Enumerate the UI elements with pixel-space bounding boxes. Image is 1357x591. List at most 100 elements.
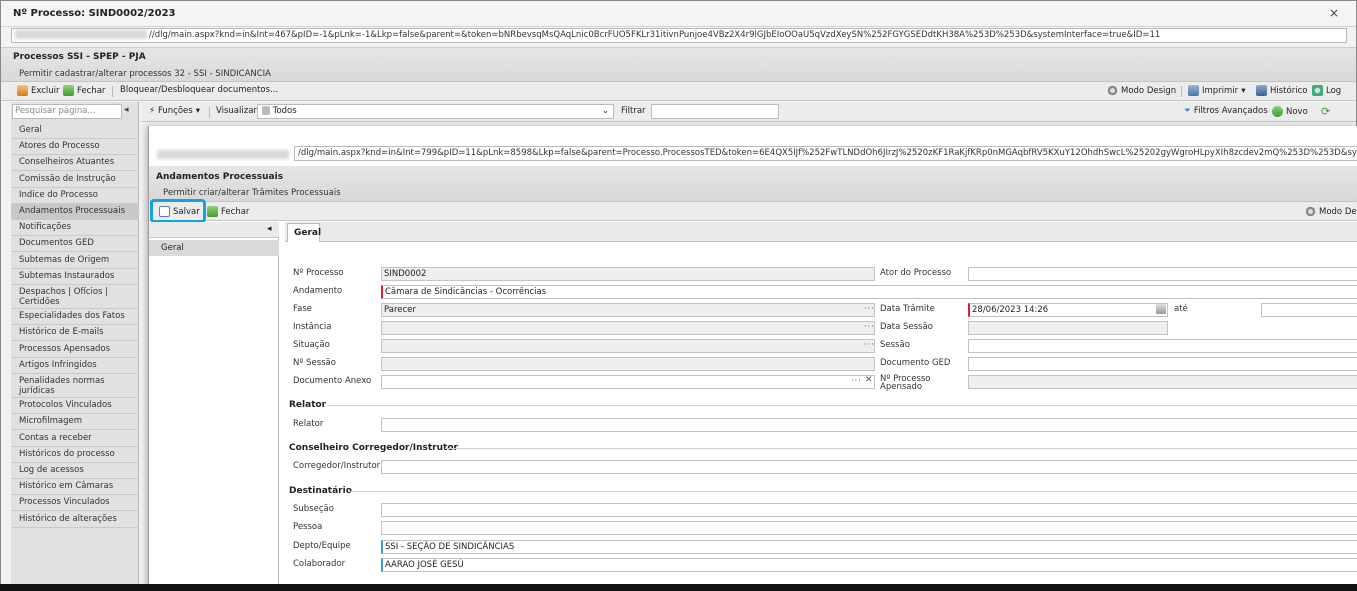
ator-processo-field[interactable] xyxy=(968,267,1357,281)
sidebar-item[interactable]: Histórico em Câmaras xyxy=(11,479,139,496)
collapse-icon[interactable]: ◂ xyxy=(267,224,272,234)
sidebar-item[interactable]: Processos Vinculados xyxy=(11,495,139,512)
pessoa-field[interactable] xyxy=(381,521,1357,535)
ellipsis-icon[interactable]: ··· xyxy=(851,376,862,385)
left-pane-item-geral[interactable]: Geral xyxy=(149,240,279,256)
ellipsis-icon[interactable]: ··· xyxy=(864,340,875,349)
colaborador-label: Colaborador xyxy=(293,559,346,569)
fase-field[interactable]: Parecer xyxy=(381,303,875,317)
inner-fechar-button[interactable]: Fechar xyxy=(207,206,249,217)
clear-icon[interactable]: ✕ xyxy=(865,375,873,385)
filtros-avancados-button[interactable]: ⏷ Filtros Avançados xyxy=(1184,106,1268,116)
colaborador-field[interactable]: AARAO JOSÉ GESÚ xyxy=(381,558,1357,572)
excluir-button[interactable]: Excluir xyxy=(17,85,60,96)
data-tramite-field[interactable]: 28/06/2023 14:26 xyxy=(968,303,1168,317)
sidebar-item[interactable]: Comissão de Instrução xyxy=(11,172,139,188)
documento-ged-field[interactable] xyxy=(968,357,1357,371)
inner-header: Andamentos Processuais Permitir criar/al… xyxy=(149,166,1357,202)
save-highlight xyxy=(150,199,206,223)
sidebar-item[interactable]: Andamentos Processuais xyxy=(11,204,139,220)
calendar-icon[interactable] xyxy=(1156,304,1166,314)
sidebar-item[interactable]: Microfilmagem xyxy=(11,414,139,431)
subsecao-field[interactable] xyxy=(381,503,1357,517)
n-processo-label: Nº Processo xyxy=(293,268,344,278)
sessao-field[interactable] xyxy=(968,339,1357,353)
bloquear-button[interactable]: Bloquear/Desbloquear documentos... xyxy=(120,85,278,95)
tab-strip: Geral xyxy=(285,222,1357,242)
n-sessao-field[interactable] xyxy=(381,357,875,371)
documento-ged-label: Documento GED xyxy=(880,358,951,368)
collapse-icon[interactable]: ◂ xyxy=(124,105,129,115)
sidebar-item[interactable]: Despachos | Ofícios | Certidões xyxy=(11,285,139,309)
data-sessao-field[interactable] xyxy=(968,321,1168,335)
visualizar-label: Visualizar xyxy=(216,106,257,116)
toolbar-separator xyxy=(209,107,210,118)
sidebar-item[interactable]: Protocolos Vinculados xyxy=(11,398,139,415)
corregedor-field[interactable] xyxy=(381,460,1357,474)
novo-button[interactable]: Novo xyxy=(1272,106,1308,117)
imprimir-button[interactable]: Imprimir ▾ xyxy=(1188,85,1245,96)
depto-field[interactable]: SSI - SEÇÃO DE SINDICÂNCIAS xyxy=(381,540,1357,554)
pessoa-label: Pessoa xyxy=(293,522,323,532)
sidebar-item[interactable]: Histórico de E-mails xyxy=(11,325,139,342)
toolbar-separator xyxy=(112,86,113,97)
sidebar-item[interactable]: Notificações xyxy=(11,220,139,237)
sidebar-item[interactable]: Conselheiros Atuantes xyxy=(11,155,139,172)
sidebar-item[interactable]: Documentos GED xyxy=(11,236,139,253)
outer-close-icon[interactable]: × xyxy=(1329,6,1339,20)
documento-anexo-label: Documento Anexo xyxy=(293,376,372,386)
sidebar-item[interactable]: Penalidades normas jurídicas xyxy=(11,374,139,398)
modo-design-button[interactable]: Modo Design xyxy=(1107,85,1176,96)
funcoes-menu[interactable]: ⚡ Funções ▾ xyxy=(149,106,200,116)
n-sessao-label: Nº Sessão xyxy=(293,358,336,368)
filtros-avancados-label: Filtros Avançados xyxy=(1193,106,1268,116)
ellipsis-icon[interactable]: ··· xyxy=(864,322,875,331)
outer-sidebar: Pesquisar página... ◂ Geral Atores do Pro… xyxy=(11,102,139,590)
ate-field[interactable] xyxy=(1261,303,1357,317)
andamento-field[interactable]: Câmara de Sindicâncias - Ocorrências xyxy=(381,285,1357,299)
instancia-field[interactable] xyxy=(381,321,875,335)
sidebar-item[interactable]: Especialidades dos Fatos xyxy=(11,309,139,326)
left-pane-header: ◂ xyxy=(149,222,279,238)
inner-url-bar[interactable]: /dlg/main.aspx?knd=in&Int=799&pID=11&pLn… xyxy=(294,146,1357,161)
excluir-label: Excluir xyxy=(31,85,60,96)
sidebar-item[interactable]: Contas a receber xyxy=(11,431,139,447)
fechar-button[interactable]: Fechar xyxy=(63,85,105,96)
relator-field[interactable] xyxy=(381,418,1357,432)
ellipsis-icon[interactable]: ··· xyxy=(864,304,875,313)
outer-window-title: Nº Processo: SIND0002/2023 xyxy=(13,8,176,19)
inner-modo-design-button[interactable]: Modo De xyxy=(1305,206,1357,217)
n-processo-field[interactable]: SIND0002 xyxy=(381,267,875,281)
historico-label: Histórico xyxy=(1270,85,1308,96)
tab-geral[interactable]: Geral xyxy=(287,223,321,242)
sidebar-item[interactable]: Subtemas Instaurados xyxy=(11,269,139,285)
ate-label: até xyxy=(1174,304,1188,314)
sidebar-item[interactable]: Indice do Processo xyxy=(11,188,139,204)
outer-url-bar[interactable]: //dlg/main.aspx?knd=in&Int=467&pID=-1&pL… xyxy=(11,28,1347,43)
documento-anexo-field[interactable] xyxy=(381,375,875,389)
filtrar-input[interactable] xyxy=(651,104,779,119)
situacao-field[interactable] xyxy=(381,339,875,353)
visualizar-select[interactable]: Todos ⌄ xyxy=(257,104,614,119)
sidebar-item[interactable]: Histórico de alterações xyxy=(11,512,139,528)
sidebar-item[interactable]: Geral xyxy=(11,123,139,139)
n-processo-apensado-field[interactable] xyxy=(968,375,1357,389)
search-page-input[interactable]: Pesquisar página... xyxy=(12,104,122,119)
outer-url-text: //dlg/main.aspx?knd=in&Int=467&pID=-1&pL… xyxy=(149,30,1161,40)
gear-icon xyxy=(1107,85,1118,96)
log-button[interactable]: Log xyxy=(1312,85,1341,96)
sidebar-item[interactable]: Processos Apensados xyxy=(11,342,139,358)
refresh-icon[interactable]: ⟳ xyxy=(1321,105,1330,118)
historico-button[interactable]: Histórico xyxy=(1256,85,1307,96)
log-icon xyxy=(1312,85,1323,96)
sidebar-item[interactable]: Artigos Infringidos xyxy=(11,358,139,374)
novo-label: Novo xyxy=(1286,106,1308,117)
sidebar-item[interactable]: Atores do Processo xyxy=(11,139,139,156)
lightning-icon: ⚡ xyxy=(149,106,155,116)
chevron-down-icon: ⌄ xyxy=(602,106,609,115)
sidebar-item[interactable]: Log de acessos xyxy=(11,463,139,479)
ator-processo-label: Ator do Processo xyxy=(880,268,952,278)
sidebar-item[interactable]: Subtemas de Origem xyxy=(11,253,139,269)
sidebar-item[interactable]: Históricos do processo xyxy=(11,447,139,463)
data-sessao-label: Data Sessão xyxy=(880,322,933,332)
